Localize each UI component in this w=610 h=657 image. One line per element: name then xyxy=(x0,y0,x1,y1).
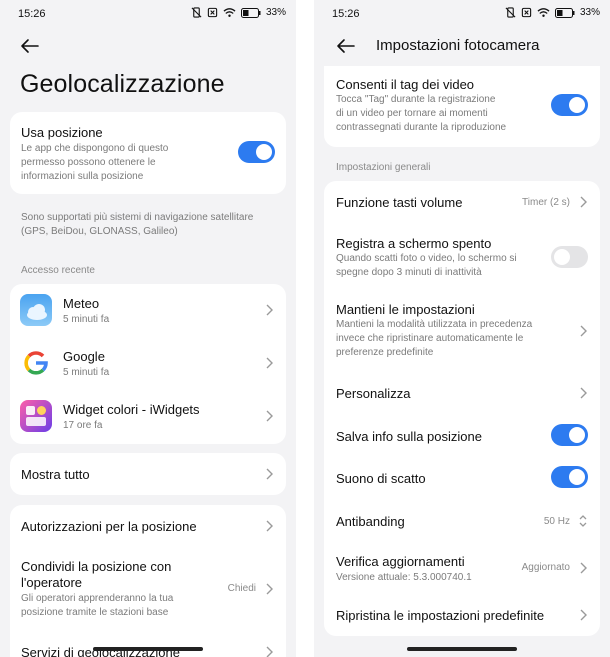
chevron-right-icon xyxy=(264,646,274,657)
video-tag-subtitle: Tocca "Tag" durante la registrazione di … xyxy=(336,94,507,133)
general-settings-header: Impostazioni generali xyxy=(336,162,431,173)
battery-percent: 33% xyxy=(579,7,600,18)
general-settings-card: Funzione tasti volume Timer (2 s) Regist… xyxy=(324,181,600,636)
check-updates-value: Aggiornato xyxy=(521,562,570,573)
save-location-toggle[interactable] xyxy=(551,424,588,446)
recent-app-weather[interactable]: Meteo 5 minuti fa xyxy=(10,284,286,337)
app-name: Google xyxy=(63,349,105,364)
status-time: 15:26 xyxy=(332,8,360,20)
camera-settings-screen: 15:26 33% Impostazioni fotocamera Consen… xyxy=(314,0,610,657)
location-settings-card: Autorizzazioni per la posizione Condivid… xyxy=(10,505,286,657)
recent-access-header: Accesso recente xyxy=(21,265,95,276)
use-location-title: Usa posizione xyxy=(21,125,103,140)
check-updates-row[interactable]: Verifica aggiornamenti Versione attuale:… xyxy=(324,545,600,593)
customize-row[interactable]: Personalizza xyxy=(324,373,600,413)
save-location-row[interactable]: Salva info sulla posizione xyxy=(324,415,600,457)
antibanding-row[interactable]: Antibanding 50 Hz xyxy=(324,499,600,541)
volume-keys-row[interactable]: Funzione tasti volume Timer (2 s) xyxy=(324,181,600,225)
app-name: Meteo xyxy=(63,296,100,311)
battery-percent: 33% xyxy=(265,7,286,18)
no-sim-icon xyxy=(207,7,218,18)
battery-icon xyxy=(240,7,261,18)
vibrate-off-icon xyxy=(191,7,202,18)
back-arrow-icon[interactable] xyxy=(18,34,42,58)
antibanding-value: 50 Hz xyxy=(543,516,570,527)
shutter-sound-row[interactable]: Suono di scatto xyxy=(324,457,600,499)
chevron-right-icon xyxy=(264,410,274,422)
shutter-sound-title: Suono di scatto xyxy=(336,471,426,486)
status-time: 15:26 xyxy=(18,8,46,20)
app-time: 5 minuti fa xyxy=(63,367,110,378)
save-location-title: Salva info sulla posizione xyxy=(336,429,482,444)
record-screen-off-subtitle: Quando scatti foto o video, lo schermo s… xyxy=(336,253,517,278)
chevron-right-icon xyxy=(264,304,274,316)
use-location-subtitle: Le app che dispongono di questo permesso… xyxy=(21,143,169,182)
chevron-right-icon xyxy=(578,387,588,399)
recent-app-google[interactable]: Google 5 minuti fa xyxy=(10,337,286,390)
chevron-right-icon xyxy=(264,583,274,595)
record-screen-off-title: Registra a schermo spento xyxy=(336,236,492,251)
status-bar: 15:26 33% xyxy=(0,0,296,28)
app-time: 17 ore fa xyxy=(63,420,103,431)
antibanding-title: Antibanding xyxy=(336,514,405,529)
volume-keys-value: Timer (2 s) xyxy=(522,197,570,208)
volume-keys-title: Funzione tasti volume xyxy=(336,195,463,210)
battery-icon xyxy=(554,7,575,18)
chevron-right-icon xyxy=(264,357,274,369)
video-tag-toggle[interactable] xyxy=(551,94,588,116)
show-all-label: Mostra tutto xyxy=(21,467,90,482)
share-operator-row[interactable]: Condividi la posizione con l'operatore G… xyxy=(10,553,286,635)
check-updates-title: Verifica aggiornamenti xyxy=(336,554,465,569)
app-name: Widget colori - iWidgets xyxy=(63,402,200,417)
use-location-toggle[interactable] xyxy=(238,141,275,163)
no-sim-icon xyxy=(521,7,532,18)
share-operator-subtitle: Gli operatori apprenderanno la tua posiz… xyxy=(21,593,174,618)
weather-icon xyxy=(20,294,52,326)
record-screen-off-toggle[interactable] xyxy=(551,246,588,268)
wifi-icon xyxy=(223,8,236,17)
shutter-sound-toggle[interactable] xyxy=(551,466,588,488)
video-tag-card: Consenti il tag dei video Tocca "Tag" du… xyxy=(324,66,600,147)
iwidgets-icon xyxy=(20,400,52,432)
use-location-card: Usa posizione Le app che dispongono di q… xyxy=(10,112,286,194)
restore-defaults-row[interactable]: Ripristina le impostazioni predefinite xyxy=(324,595,600,635)
recent-app-iwidgets[interactable]: Widget colori - iWidgets 17 ore fa xyxy=(10,390,286,444)
status-icons: 33% xyxy=(191,7,286,18)
home-indicator[interactable] xyxy=(407,647,517,651)
keep-settings-subtitle: Mantieni la modalità utilizzata in prece… xyxy=(336,319,533,358)
customize-label: Personalizza xyxy=(336,386,411,401)
home-indicator[interactable] xyxy=(93,647,203,651)
google-icon xyxy=(20,347,52,379)
chevron-right-icon xyxy=(264,468,274,480)
vibrate-off-icon xyxy=(505,7,516,18)
page-title: Impostazioni fotocamera xyxy=(376,37,540,54)
location-permissions-label: Autorizzazioni per la posizione xyxy=(21,519,197,534)
geolocation-screen: 15:26 33% Geolocalizzazione Usa posizion… xyxy=(0,0,296,657)
up-down-arrows-icon xyxy=(578,514,588,528)
keep-settings-row[interactable]: Mantieni le impostazioni Mantieni la mod… xyxy=(324,293,600,365)
show-all-row[interactable]: Mostra tutto xyxy=(10,453,286,495)
check-updates-subtitle: Versione attuale: 5.3.000740.1 xyxy=(336,572,472,583)
share-operator-title: Condividi la posizione con l'operatore xyxy=(21,559,172,590)
status-bar: 15:26 33% xyxy=(314,0,610,28)
keep-settings-title: Mantieni le impostazioni xyxy=(336,302,475,317)
recent-apps-card: Meteo 5 minuti fa Google 5 minuti fa Wid… xyxy=(10,284,286,444)
back-arrow-icon[interactable] xyxy=(334,34,358,58)
status-icons: 33% xyxy=(505,7,600,18)
restore-defaults-label: Ripristina le impostazioni predefinite xyxy=(336,608,545,623)
location-permissions-row[interactable]: Autorizzazioni per la posizione xyxy=(10,505,286,547)
chevron-right-icon xyxy=(578,196,588,208)
record-screen-off-row[interactable]: Registra a schermo spento Quando scatti … xyxy=(324,227,600,291)
chevron-right-icon xyxy=(264,520,274,532)
app-time: 5 minuti fa xyxy=(63,314,110,325)
video-tag-title: Consenti il tag dei video xyxy=(336,77,475,92)
page-title: Geolocalizzazione xyxy=(20,70,225,98)
wifi-icon xyxy=(537,8,550,17)
chevron-right-icon xyxy=(578,325,588,337)
chevron-right-icon xyxy=(578,562,588,574)
chevron-right-icon xyxy=(578,609,588,621)
satellite-note: Sono supportati più sistemi di navigazio… xyxy=(21,212,254,237)
share-operator-value: Chiedi xyxy=(227,583,256,594)
